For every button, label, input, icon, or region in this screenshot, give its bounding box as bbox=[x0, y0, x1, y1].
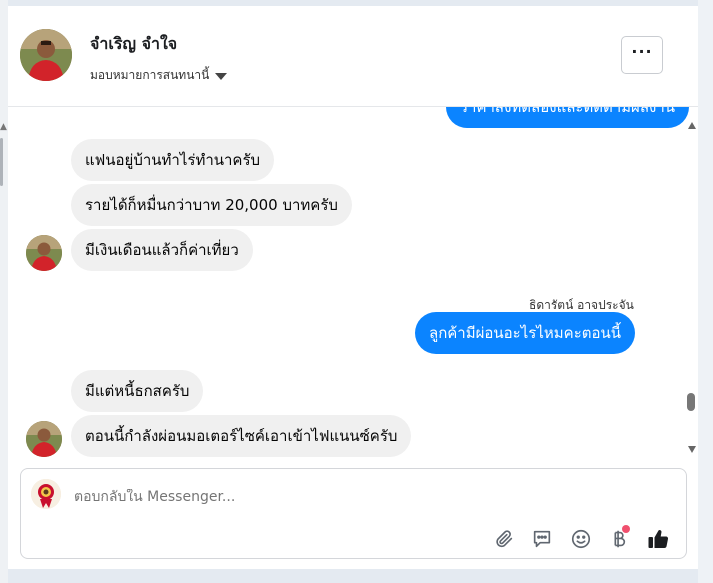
right-gutter bbox=[698, 0, 713, 583]
notification-dot bbox=[622, 525, 630, 533]
scroll-down-icon[interactable] bbox=[688, 446, 696, 453]
scrollbar-thumb[interactable] bbox=[687, 393, 695, 411]
reply-composer bbox=[20, 468, 687, 559]
message-bubble-outgoing[interactable]: ราคาส่งทดลองและติดตามผลงาน bbox=[446, 107, 690, 128]
contact-avatar[interactable] bbox=[20, 29, 72, 81]
message-bubble-incoming[interactable]: แฟนอยู่บ้านทำไร่ทำนาครับ bbox=[71, 139, 275, 181]
conversation-header: จำเริญ จำใจ มอบหมายการสนทนานี้ ··· bbox=[8, 6, 698, 107]
message-bubble-outgoing[interactable]: ลูกค้ามีผ่อนอะไรไหมคะตอนนี้ bbox=[415, 312, 636, 354]
paperclip-icon[interactable] bbox=[491, 526, 517, 552]
more-options-button[interactable]: ··· bbox=[621, 36, 663, 74]
assign-conversation-dropdown[interactable]: มอบหมายการสนทนานี้ bbox=[90, 66, 228, 85]
message-bubble-incoming[interactable]: มีเงินเดือนแล้วก็ค่าเที่ยว bbox=[71, 229, 253, 271]
message-bubble-incoming[interactable]: รายได้ก็หมื่นกว่าบาท 20,000 บาทครับ bbox=[71, 184, 352, 226]
contact-avatar-small bbox=[26, 421, 62, 457]
message-bubble-incoming[interactable]: มีแต่หนี้ธกสครับ bbox=[71, 370, 204, 412]
message-scrollbar[interactable] bbox=[686, 114, 698, 454]
message-list[interactable]: ราคาส่งทดลองและติดตามผลงาน แฟนอยู่บ้านทำ… bbox=[8, 107, 698, 459]
baht-payment-icon[interactable] bbox=[606, 525, 632, 552]
saved-reply-icon[interactable] bbox=[529, 526, 555, 552]
caret-up-icon: ▲ bbox=[0, 122, 7, 132]
thumbs-up-icon[interactable] bbox=[645, 526, 671, 552]
reply-input[interactable] bbox=[74, 489, 474, 505]
message-bubble-incoming[interactable]: ตอนนี้กำลังผ่อนมอเตอร์ไซค์เอาเข้าไฟแนนซ์… bbox=[71, 415, 412, 457]
conversation-panel: จำเริญ จำใจ มอบหมายการสนทนานี้ ··· ราคาส… bbox=[8, 6, 698, 569]
contact-avatar-small bbox=[26, 235, 62, 271]
left-resize-rail: ▲ bbox=[0, 0, 8, 583]
page-avatar bbox=[31, 479, 61, 509]
left-scroll-handle[interactable] bbox=[0, 138, 3, 186]
chevron-down-icon bbox=[215, 72, 228, 80]
more-icon: ··· bbox=[631, 41, 653, 61]
scroll-up-icon[interactable] bbox=[688, 122, 696, 129]
contact-name[interactable]: จำเริญ จำใจ bbox=[90, 32, 177, 57]
emoji-icon[interactable] bbox=[568, 526, 594, 552]
assign-label: มอบหมายการสนทนานี้ bbox=[90, 68, 210, 82]
